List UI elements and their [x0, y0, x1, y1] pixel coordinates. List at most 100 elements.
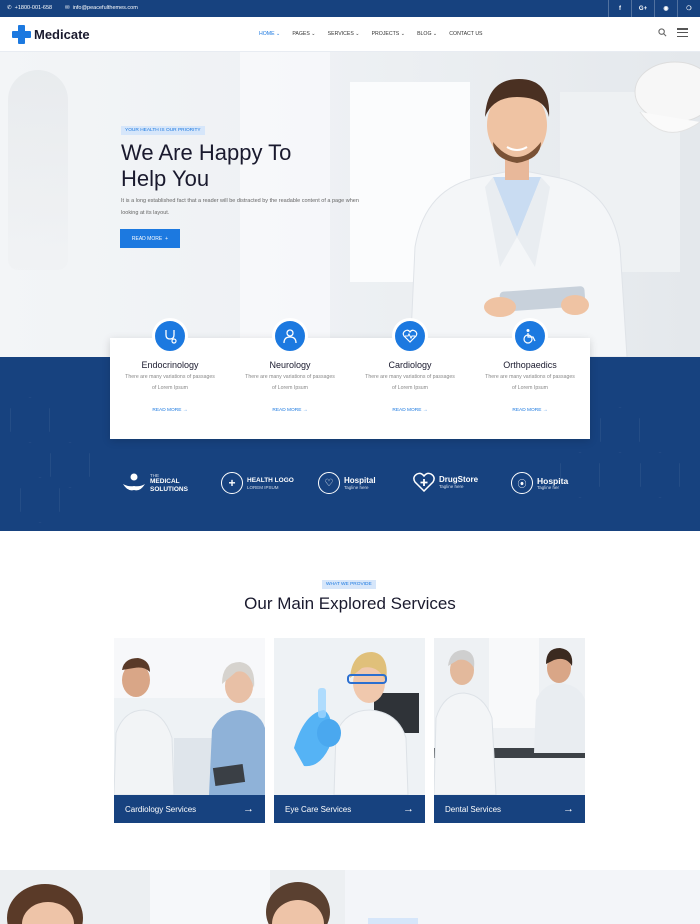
instagram-icon[interactable]: ◉	[654, 0, 677, 17]
service-card-cardiology[interactable]: Cardiology Services →	[114, 638, 265, 823]
service-card-footer: Dental Services →	[434, 795, 585, 823]
feature-endocrinology: Endocrinology There are many variations …	[110, 318, 230, 439]
hero-title-line-1: We Are Happy To	[121, 140, 292, 165]
main-header: Medicate HOME ⌄ PAGES ⌄ SERVICES ⌄ PROJE…	[0, 17, 700, 52]
arrow-right-icon: →	[243, 803, 254, 815]
google-plus-icon[interactable]: G+	[631, 0, 654, 17]
feature-orthopaedics: Orthopaedics There are many variations o…	[470, 318, 590, 439]
feature-read-more[interactable]: READ MORE →	[350, 408, 470, 413]
partner-tagline: Tagline here	[344, 484, 369, 490]
hero-read-more-button[interactable]: READ MORE +	[120, 229, 180, 248]
partner-logo-health[interactable]: + HEALTH LOGO LOREM IPSUM	[221, 472, 294, 494]
partner-prefix: THE	[150, 472, 159, 478]
about-image	[0, 870, 345, 924]
menu-icon[interactable]	[677, 28, 688, 37]
feature-cardiology: Cardiology There are many variations of …	[350, 318, 470, 439]
partner-tagline: Tagline her	[537, 484, 560, 490]
about-badge	[368, 918, 418, 924]
hero-description: It is a long established fact that a rea…	[121, 198, 359, 216]
search-icon[interactable]	[658, 28, 667, 37]
hex-pattern	[640, 452, 680, 498]
partner-name: DrugStore	[439, 474, 479, 484]
service-label: Dental Services	[445, 804, 502, 814]
dental-lamp-icon	[634, 61, 700, 133]
feature-text: There are many variations of passages of…	[365, 374, 455, 391]
partner-logo-hospita[interactable]: ⦿ Hospita Tagline her	[511, 472, 568, 494]
top-bar: ✆ +1800-001-658 ✉ info@peacefulthemes.co…	[0, 0, 700, 17]
background-figure	[8, 70, 68, 270]
staff-photo	[0, 870, 345, 924]
service-label: Eye Care Services	[285, 804, 352, 814]
arrow-right-icon: →	[563, 803, 574, 815]
cardiology-photo	[114, 638, 265, 795]
feature-read-more[interactable]: READ MORE →	[230, 408, 350, 413]
stethoscope-icon	[152, 318, 188, 354]
service-card-eye-care[interactable]: Eye Care Services →	[274, 638, 425, 823]
feature-title: Neurology	[269, 360, 311, 370]
plus-circle-icon: +	[221, 472, 243, 494]
wheelchair-icon	[512, 318, 548, 354]
partner-logo-medical-solutions[interactable]: THE MEDICAL SOLUTIONS	[122, 472, 192, 494]
arrow-right-icon: →	[403, 803, 414, 815]
facebook-icon[interactable]: f	[608, 0, 631, 17]
email-contact[interactable]: ✉ info@peacefulthemes.com	[65, 5, 138, 11]
feature-text: There are many variations of passages of…	[245, 374, 335, 391]
service-label: Cardiology Services	[125, 804, 197, 814]
heart-cross-icon	[413, 472, 435, 492]
heartbeat-icon	[392, 318, 428, 354]
logo[interactable]: Medicate	[12, 25, 90, 44]
phone-contact[interactable]: ✆ +1800-001-658	[7, 5, 52, 11]
nav-projects[interactable]: PROJECTS ⌄	[372, 31, 405, 37]
phone-number: +1800-001-658	[14, 5, 53, 11]
nav-home[interactable]: HOME ⌄	[259, 31, 280, 37]
social-links: f G+ ◉ ❍	[608, 0, 700, 17]
feature-read-more[interactable]: READ MORE →	[470, 408, 590, 413]
doctor-image	[409, 79, 628, 357]
about-content	[345, 870, 700, 924]
nav-services[interactable]: SERVICES ⌄	[328, 31, 360, 37]
partner-name: Hospital	[344, 475, 376, 485]
partner-tagline: LOREM IPSUM	[247, 484, 279, 490]
dental-photo	[434, 638, 585, 795]
services-badge: WHAT WE PROVIDE	[322, 580, 376, 589]
logo-text: Medicate	[34, 27, 90, 42]
hex-pattern	[10, 397, 50, 443]
service-card-footer: Cardiology Services →	[114, 795, 265, 823]
hero-title-line-2: Help You	[121, 166, 210, 191]
feature-title: Cardiology	[388, 360, 432, 370]
doctor-icon	[272, 318, 308, 354]
feature-text: There are many variations of passages of…	[485, 374, 575, 391]
partner-logo-drugstore[interactable]: DrugStore Tagline here	[413, 472, 478, 492]
partner-name: Hospita	[537, 475, 569, 486]
hero-button-label: READ MORE	[131, 235, 163, 242]
feature-text: There are many variations of passages of…	[125, 374, 215, 391]
email-address: info@peacefulthemes.com	[72, 5, 138, 11]
features-card: Endocrinology There are many variations …	[110, 318, 590, 439]
feature-neurology: Neurology There are many variations of p…	[230, 318, 350, 439]
phone-icon: ✆	[7, 5, 12, 11]
cross-icon	[12, 25, 31, 44]
services-title: Our Main Explored Services	[244, 594, 456, 613]
plus-icon: +	[165, 235, 169, 242]
hero-badge: YOUR HEALTH IS OUR PRIORITY	[121, 126, 205, 135]
heart-pulse-icon: ♡	[318, 472, 340, 494]
nav-contact[interactable]: CONTACT US	[449, 31, 482, 37]
hero-title: We Are Happy To Help You	[121, 140, 361, 192]
eye-care-photo	[274, 638, 425, 795]
pinterest-icon[interactable]: ❍	[677, 0, 700, 17]
feature-title: Endocrinology	[141, 360, 199, 370]
service-card-footer: Eye Care Services →	[274, 795, 425, 823]
header-actions	[658, 28, 688, 37]
partner-name: MEDICAL SOLUTIONS	[150, 477, 188, 493]
service-card-dental[interactable]: Dental Services →	[434, 638, 585, 823]
stethoscope-icon: ⦿	[511, 472, 533, 494]
hex-pattern	[20, 477, 60, 523]
partner-logo-hospital[interactable]: ♡ Hospital Tagline here	[318, 472, 376, 494]
hex-pattern	[50, 442, 90, 488]
partner-name: HEALTH LOGO	[247, 476, 294, 484]
feature-title: Orthopaedics	[503, 360, 557, 370]
hands-icon	[123, 473, 145, 491]
nav-pages[interactable]: PAGES ⌄	[292, 31, 315, 37]
feature-read-more[interactable]: READ MORE →	[110, 408, 230, 413]
nav-blog[interactable]: BLOG ⌄	[417, 31, 437, 37]
